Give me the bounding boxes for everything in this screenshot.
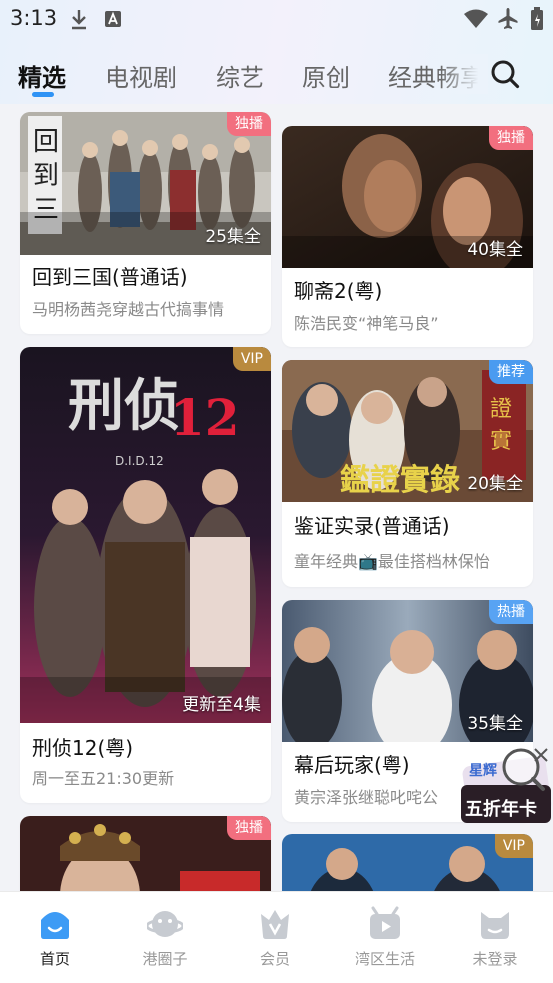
tab-featured[interactable]: 精选 bbox=[18, 58, 66, 93]
bottom-navigation: 首页 港圈子 会员 湾区生活 未登录 bbox=[0, 891, 553, 983]
show-desc: 周一至五21:30更新 bbox=[32, 769, 175, 788]
airplane-icon bbox=[498, 8, 518, 29]
svg-text:回: 回 bbox=[33, 127, 59, 157]
nav-vip[interactable]: 会员 bbox=[220, 892, 330, 983]
show-card[interactable]: 刑侦 12 D.I.D.12 VIP 更新至4集 刑侦12(粤) 周一至五21:… bbox=[20, 347, 271, 803]
nav-label: 未登录 bbox=[472, 950, 518, 968]
tab-original[interactable]: 原创 bbox=[302, 58, 350, 93]
show-card[interactable]: 独播 40集全 聊斋2(粤) 陈浩民变“神笔马良” bbox=[282, 126, 533, 347]
show-desc: 马明杨茜尧穿越古代搞事情 bbox=[32, 300, 225, 319]
episode-count: 40集全 bbox=[467, 240, 523, 260]
search-icon[interactable] bbox=[490, 58, 520, 92]
download-icon bbox=[72, 10, 86, 30]
status-time: 3:13 bbox=[10, 6, 58, 30]
nav-community[interactable]: 港圈子 bbox=[110, 892, 220, 983]
episode-count: 25集全 bbox=[205, 227, 261, 247]
status-bar: 3:13 bbox=[0, 0, 553, 40]
nav-label: 首页 bbox=[39, 950, 70, 968]
show-title: 刑侦12(粤) bbox=[32, 736, 134, 760]
show-poster: 回 到 三 独播 25集全 bbox=[20, 112, 271, 255]
show-poster: 独播 40集全 bbox=[282, 126, 533, 268]
nav-bay-life[interactable]: 湾区生活 bbox=[330, 892, 440, 983]
top-header: 3:13 精选 电视剧 综艺 原创 经典畅享 bbox=[0, 0, 553, 104]
battery-icon bbox=[531, 7, 543, 30]
tab-indicator bbox=[32, 92, 54, 97]
episode-count: 20集全 bbox=[467, 474, 523, 494]
tab-variety[interactable]: 综艺 bbox=[216, 58, 264, 93]
poster-title: 刑侦 bbox=[68, 373, 180, 439]
tab-tv-series[interactable]: 电视剧 bbox=[105, 58, 177, 93]
show-title: 幕后玩家(粤) bbox=[294, 753, 410, 777]
nav-label: 会员 bbox=[259, 950, 290, 968]
show-poster: 刑侦 12 D.I.D.12 VIP 更新至4集 bbox=[20, 347, 271, 723]
ad-text: 五折年卡 bbox=[465, 798, 537, 820]
home-icon bbox=[41, 912, 69, 939]
nav-home[interactable]: 首页 bbox=[0, 892, 110, 983]
vip-icon bbox=[261, 910, 289, 939]
svg-text:到: 到 bbox=[33, 161, 59, 191]
user-icon bbox=[481, 912, 509, 939]
poster-image: 刑侦 12 D.I.D.12 bbox=[20, 347, 271, 723]
badge-exclusive: 独播 bbox=[227, 816, 271, 840]
badge-exclusive: 独播 bbox=[489, 126, 533, 150]
play-icon bbox=[370, 906, 400, 939]
wifi-icon bbox=[464, 9, 488, 28]
badge-exclusive: 独播 bbox=[227, 112, 271, 136]
planet-icon bbox=[147, 911, 183, 937]
nav-label: 港圈子 bbox=[142, 950, 188, 968]
poster-number: 12 bbox=[170, 388, 240, 447]
nav-profile[interactable]: 未登录 bbox=[440, 892, 550, 983]
show-desc: 陈浩民变“神笔马良” bbox=[294, 314, 439, 333]
show-title: 鉴证实录(普通话) bbox=[294, 514, 450, 538]
poster-title: 鑑證實錄 bbox=[340, 463, 460, 498]
poster-subtitle: D.I.D.12 bbox=[115, 454, 164, 468]
show-desc: 童年经典📺最佳搭档林保怡 bbox=[294, 552, 490, 571]
episode-count: 35集全 bbox=[467, 714, 523, 734]
episode-count: 更新至4集 bbox=[182, 695, 261, 715]
badge-recommend: 推荐 bbox=[489, 360, 533, 384]
badge-vip: VIP bbox=[232, 347, 271, 371]
show-title: 回到三国(普通话) bbox=[32, 265, 188, 289]
nav-label: 湾区生活 bbox=[354, 950, 415, 968]
close-icon[interactable] bbox=[533, 747, 549, 763]
show-title: 聊斋2(粤) bbox=[294, 279, 383, 303]
tabs-fade bbox=[440, 54, 488, 94]
badge-vip: VIP bbox=[494, 834, 533, 858]
show-poster: 热播 35集全 bbox=[282, 600, 533, 742]
badge-hot: 热播 bbox=[489, 600, 533, 624]
svg-text:實: 實 bbox=[490, 429, 512, 454]
show-poster: 證 實 鑑證實錄 推荐 20集全 bbox=[282, 360, 533, 502]
ad-brand: 星辉 bbox=[469, 763, 497, 779]
category-tabs: 精选 电视剧 综艺 原创 经典畅享 bbox=[0, 52, 480, 98]
show-card[interactable]: 證 實 鑑證實錄 推荐 20集全 鉴证实录(普通话) 童年经典📺最佳搭档林保怡 bbox=[282, 360, 533, 587]
svg-text:證: 證 bbox=[490, 397, 512, 422]
font-icon bbox=[105, 11, 121, 27]
show-card[interactable]: 回 到 三 独播 25集全 回到三国(普通话) 马明杨茜尧穿越古代搞事情 bbox=[20, 112, 271, 334]
floating-ad[interactable]: 星辉 五折年卡 bbox=[455, 741, 553, 836]
